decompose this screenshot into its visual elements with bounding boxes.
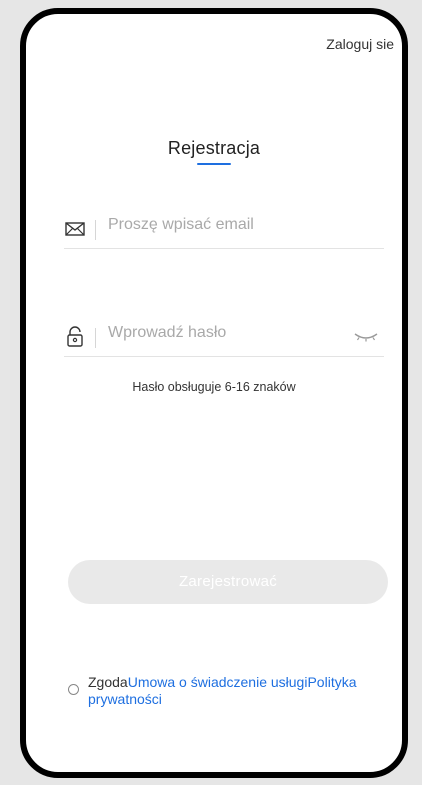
- email-field: [64, 208, 384, 249]
- password-hint: Hasło obsługuje 6-16 znaków: [132, 380, 296, 394]
- field-divider: [95, 328, 96, 348]
- consent-row: ZgodaUmowa o świadczenie usługiPolityka …: [68, 674, 388, 708]
- title-area: Rejestracja: [26, 138, 402, 165]
- consent-prefix: Zgoda: [88, 674, 128, 690]
- consent-text: ZgodaUmowa o świadczenie usługiPolityka …: [88, 674, 388, 708]
- field-divider: [95, 220, 96, 240]
- page-title: Rejestracja: [167, 138, 261, 158]
- phone-screen: Zaloguj sie Rejestracja Proszę wpisać em…: [20, 8, 408, 778]
- terms-link[interactable]: Umowa o świadczenie usługi: [128, 674, 308, 690]
- consent-radio[interactable]: [68, 684, 79, 695]
- unlock-icon: [64, 326, 86, 348]
- password-input[interactable]: [108, 324, 348, 342]
- title-underline: [197, 163, 231, 165]
- password-field: [64, 316, 384, 357]
- register-button[interactable]: Zarejestrować: [68, 560, 388, 604]
- envelope-icon: [64, 218, 86, 240]
- email-input[interactable]: [108, 216, 348, 234]
- eye-closed-icon[interactable]: [352, 328, 380, 344]
- login-link[interactable]: Zaloguj sie: [326, 36, 394, 52]
